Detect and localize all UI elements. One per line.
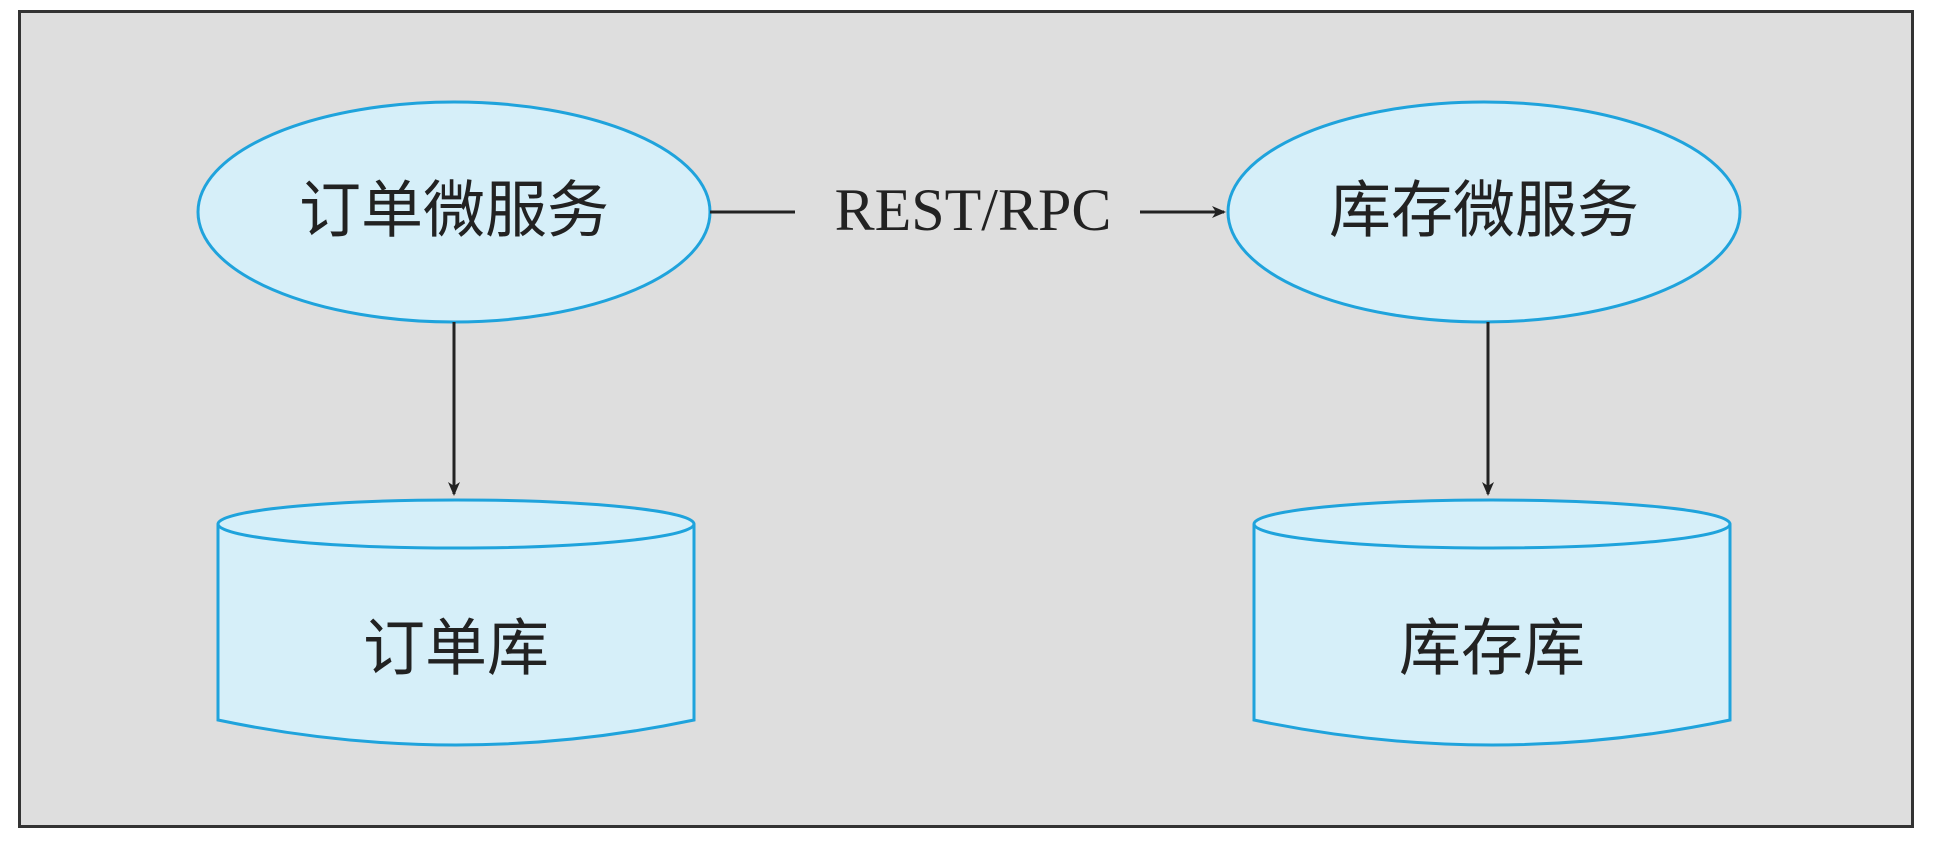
inventory-service-node: 库存微服务: [1226, 100, 1742, 324]
service-call-label: REST/RPC: [835, 177, 1112, 243]
architecture-diagram: 订单微服务 库存微服务 REST/RPC 订单库 库存库: [196, 100, 1742, 747]
inventory-service-label: 库存微服务: [1329, 174, 1639, 247]
order-db-label: 订单库: [363, 612, 549, 685]
inventory-db-cylinder-top: [1252, 498, 1732, 550]
service-call-edge: REST/RPC: [710, 177, 1226, 243]
order-service-label: 订单微服务: [299, 174, 609, 247]
inventory-db-label: 库存库: [1399, 612, 1585, 685]
order-service-node: 订单微服务: [196, 100, 712, 324]
inventory-db-node: 库存库: [1252, 498, 1732, 747]
order-db-node: 订单库: [216, 498, 696, 747]
order-db-cylinder-top: [216, 498, 696, 550]
